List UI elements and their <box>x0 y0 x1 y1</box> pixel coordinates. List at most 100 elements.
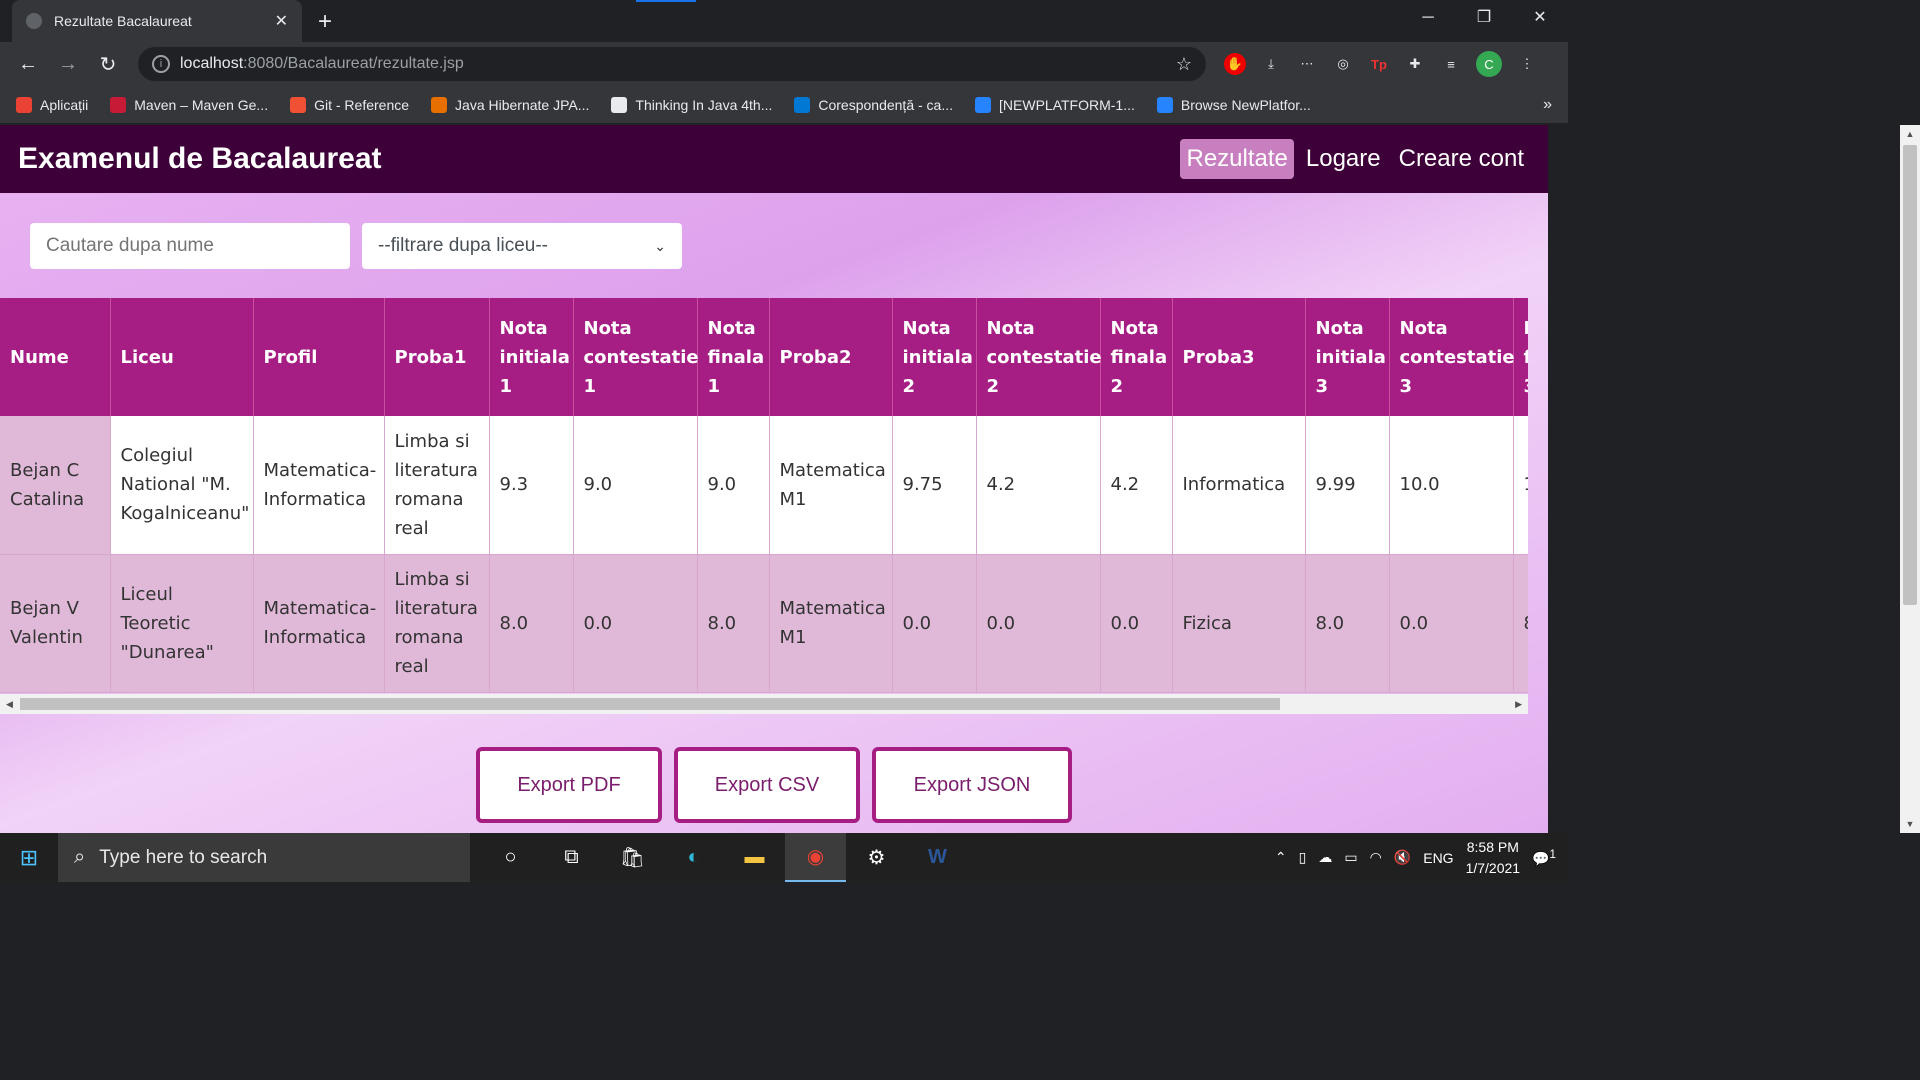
column-header[interactable]: Proba3 <box>1172 298 1306 416</box>
page-content: Examenul de Bacalaureat Rezultate Logare… <box>0 125 1548 833</box>
bookmark-item[interactable]: Corespondență - ca... <box>794 96 953 113</box>
adblock-icon[interactable]: ✋ <box>1224 53 1246 75</box>
reload-icon[interactable]: ↻ <box>92 52 124 77</box>
column-header[interactable]: Nota finala 3 <box>1513 298 1528 416</box>
media-queue-icon[interactable]: ≡ <box>1440 53 1462 75</box>
store-icon[interactable]: 🛍 <box>602 833 663 882</box>
windows-start-icon[interactable]: ⊞ <box>0 845 58 871</box>
tp-extension-icon[interactable]: Tp <box>1368 53 1390 75</box>
column-header[interactable]: Nota contestatie 2 <box>976 298 1102 416</box>
close-tab-icon[interactable]: ✕ <box>275 11 288 31</box>
page-vertical-scrollbar[interactable]: ▲ ▼ <box>1900 125 1920 833</box>
column-header[interactable]: Nota initiala 3 <box>1305 298 1390 416</box>
column-header[interactable]: Nume <box>0 298 111 416</box>
device-icon[interactable]: ▯ <box>1299 849 1307 866</box>
export-json-button[interactable]: Export JSON <box>872 747 1072 823</box>
extensions-area: ✋ ⤓ ⋯ ◎ Tp ✚ ≡ C ⋮ <box>1224 51 1538 77</box>
table-cell: 8.0 <box>489 554 574 693</box>
column-header[interactable]: Proba2 <box>769 298 893 416</box>
nav-rezultate[interactable]: Rezultate <box>1180 139 1294 179</box>
menu-kebab-icon[interactable]: ⋮ <box>1516 53 1538 75</box>
column-header[interactable]: Nota initiala 1 <box>489 298 574 416</box>
cloud-icon[interactable]: ☁ <box>1318 849 1332 866</box>
table-row[interactable]: Bejan V Valentin Liceul Teoretic "Dunarea… <box>0 554 1528 693</box>
download-icon[interactable]: ⤓ <box>1260 53 1282 75</box>
scroll-left-icon[interactable]: ◀ <box>6 694 13 714</box>
table-row[interactable]: Bejan C Catalina Colegiul National "M. Ko… <box>0 416 1528 555</box>
column-header[interactable]: Nota initiala 2 <box>892 298 977 416</box>
column-header[interactable]: Profil <box>253 298 385 416</box>
column-header[interactable]: Nota finala 2 <box>1100 298 1173 416</box>
web-extension-icon[interactable]: ◎ <box>1332 53 1354 75</box>
table-cell: 8.0 <box>1513 554 1528 693</box>
taskbar-search-box[interactable]: ⌕ Type here to search <box>58 833 470 882</box>
column-header[interactable]: Nota contestatie 3 <box>1389 298 1515 416</box>
bookmark-item[interactable]: Browse NewPlatfor... <box>1156 96 1311 113</box>
task-view-icon[interactable]: ⧉ <box>541 833 602 882</box>
column-header[interactable]: Nota contestatie 1 <box>573 298 699 416</box>
bookmark-item[interactable]: [NEWPLATFORM-1... <box>975 96 1135 113</box>
edge-icon[interactable]: ◐ <box>663 833 724 882</box>
scroll-up-icon[interactable]: ▲ <box>1900 129 1920 139</box>
language-indicator[interactable]: ENG <box>1423 850 1453 866</box>
export-pdf-button[interactable]: Export PDF <box>476 747 662 823</box>
clock[interactable]: 8:58 PM 1/7/2021 <box>1466 837 1521 879</box>
table-cell: 9.99 <box>1305 416 1390 555</box>
vertical-scroll-thumb[interactable] <box>1903 145 1917 605</box>
back-icon[interactable]: ← <box>12 53 44 76</box>
minimize-icon[interactable]: ─ <box>1400 0 1456 36</box>
bookmark-item[interactable]: Git - Reference <box>290 96 409 113</box>
school-filter-select[interactable]: --filtrare dupa liceu-- ⌄ <box>362 223 682 269</box>
close-window-icon[interactable]: ✕ <box>1512 0 1568 36</box>
nav-logare[interactable]: Logare <box>1300 139 1387 179</box>
bookmark-item[interactable]: Maven – Maven Ge... <box>110 96 268 113</box>
word-icon[interactable]: W <box>907 833 968 882</box>
git-icon <box>290 96 307 113</box>
windows-taskbar: ⊞ ⌕ Type here to search ○ ⧉ 🛍 ◐ ▬ ◉ ⚙ W … <box>0 833 1568 882</box>
address-bar[interactable]: i localhost :8080/Bacalaureat/rezultate.… <box>138 47 1206 81</box>
column-header[interactable]: Proba1 <box>384 298 490 416</box>
bookmark-label: Browse NewPlatfor... <box>1180 96 1311 113</box>
table-cell: Bejan V Valentin <box>0 554 111 693</box>
bookmark-item[interactable]: Thinking In Java 4th... <box>611 96 772 113</box>
column-header[interactable]: Liceu <box>110 298 254 416</box>
table-cell: 9.0 <box>573 416 698 555</box>
table-cell: 0.0 <box>1100 554 1173 693</box>
horizontal-scrollbar[interactable]: ◀ ▶ <box>0 694 1528 714</box>
table-cell: 4.2 <box>976 416 1101 555</box>
bookmarks-bar: Aplicații Maven – Maven Ge... Git - Refere… <box>0 86 1568 124</box>
column-header[interactable]: Nota finala 1 <box>697 298 770 416</box>
export-csv-button[interactable]: Export CSV <box>674 747 860 823</box>
new-tab-icon[interactable]: + <box>318 8 332 36</box>
battery-icon[interactable]: ▭ <box>1344 849 1357 866</box>
results-table-container: Nume Liceu Profil Proba1 Nota initiala 1 Nota… <box>0 298 1528 694</box>
table-cell: Fizica <box>1172 554 1306 693</box>
file-explorer-icon[interactable]: ▬ <box>724 833 785 882</box>
wifi-icon[interactable]: ◠ <box>1370 849 1382 866</box>
site-info-icon[interactable]: i <box>152 55 170 73</box>
chevron-up-icon[interactable]: ⌃ <box>1275 849 1287 866</box>
extension-dots-icon[interactable]: ⋯ <box>1296 53 1318 75</box>
horizontal-scroll-thumb[interactable] <box>20 698 1280 710</box>
scroll-right-icon[interactable]: ▶ <box>1515 694 1522 714</box>
profile-avatar[interactable]: C <box>1476 51 1502 77</box>
forward-icon[interactable]: → <box>52 53 84 76</box>
notification-center-icon[interactable]: 💬1 <box>1532 848 1556 868</box>
chrome-icon[interactable]: ◉ <box>785 833 846 882</box>
bookmark-item[interactable]: Aplicații <box>16 96 88 113</box>
restore-icon[interactable]: ❐ <box>1456 0 1512 36</box>
bookmark-label: Java Hibernate JPA... <box>455 96 590 113</box>
volume-muted-icon[interactable]: 🔇 <box>1394 849 1411 866</box>
name-search-input[interactable] <box>30 223 350 269</box>
url-path: :8080/Bacalaureat/rezultate.jsp <box>243 55 464 72</box>
table-cell: 10.0 <box>1513 416 1528 555</box>
scroll-down-icon[interactable]: ▼ <box>1900 819 1920 829</box>
cortana-icon[interactable]: ○ <box>480 833 541 882</box>
bookmark-item[interactable]: Java Hibernate JPA... <box>431 96 590 113</box>
puzzle-icon[interactable]: ✚ <box>1404 53 1426 75</box>
more-bookmarks-icon[interactable]: » <box>1543 96 1552 114</box>
nav-creare-cont[interactable]: Creare cont <box>1393 139 1530 179</box>
settings-app-icon[interactable]: ⚙ <box>846 833 907 882</box>
bookmark-star-icon[interactable]: ☆ <box>1176 54 1192 75</box>
browser-tab[interactable]: Rezultate Bacalaureat ✕ <box>12 0 302 42</box>
